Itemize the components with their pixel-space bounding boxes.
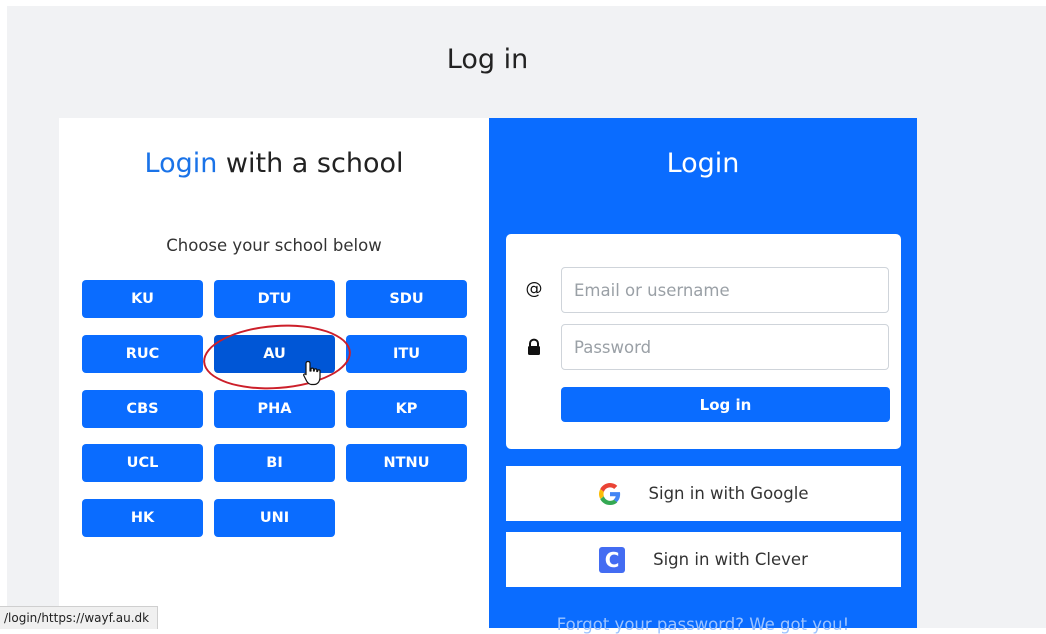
school-button-dtu[interactable]: DTU xyxy=(214,280,335,318)
school-login-heading-accent: Login xyxy=(144,148,218,179)
login-submit-button[interactable]: Log in xyxy=(561,387,890,422)
school-button-sdu[interactable]: SDU xyxy=(346,280,467,318)
at-sign-icon: @ xyxy=(525,279,543,299)
password-input[interactable] xyxy=(561,324,889,370)
forgot-password-link[interactable]: Forgot your password? We got you! xyxy=(489,615,917,634)
choose-school-prompt: Choose your school below xyxy=(166,236,382,255)
page-title: Log in xyxy=(446,44,529,75)
school-button-itu[interactable]: ITU xyxy=(346,335,467,373)
school-login-heading-rest: with a school xyxy=(217,148,404,179)
school-button-pha[interactable]: PHA xyxy=(214,390,335,428)
credentials-login-panel: Login @ Log in Sign in with Google C Sig… xyxy=(489,118,917,634)
credentials-login-heading: Login xyxy=(666,148,740,179)
browser-status-bar-url: /login/https://wayf.au.dk xyxy=(0,606,159,629)
clever-icon: C xyxy=(599,546,626,573)
school-login-panel: Login with a school Choose your school b… xyxy=(59,118,489,628)
clever-icon-letter: C xyxy=(599,546,626,573)
email-input[interactable] xyxy=(561,267,889,313)
school-button-ucl[interactable]: UCL xyxy=(82,444,203,482)
school-button-cbs[interactable]: CBS xyxy=(82,390,203,428)
google-signin-label: Sign in with Google xyxy=(648,484,809,503)
clever-signin-button[interactable]: C Sign in with Clever xyxy=(506,532,901,587)
school-button-uni[interactable]: UNI xyxy=(214,499,335,537)
school-button-hk[interactable]: HK xyxy=(82,499,203,537)
lock-icon xyxy=(528,338,540,355)
school-button-kp[interactable]: KP xyxy=(346,390,467,428)
school-button-ntnu[interactable]: NTNU xyxy=(346,444,467,482)
hand-pointer-cursor-icon xyxy=(303,360,321,386)
school-button-ruc[interactable]: RUC xyxy=(82,335,203,373)
school-button-bi[interactable]: BI xyxy=(214,444,335,482)
google-icon xyxy=(598,482,621,505)
clever-signin-label: Sign in with Clever xyxy=(653,550,808,569)
google-signin-button[interactable]: Sign in with Google xyxy=(506,466,901,521)
school-login-heading: Login with a school xyxy=(59,148,489,179)
login-form: @ Log in xyxy=(506,234,901,449)
school-button-ku[interactable]: KU xyxy=(82,280,203,318)
